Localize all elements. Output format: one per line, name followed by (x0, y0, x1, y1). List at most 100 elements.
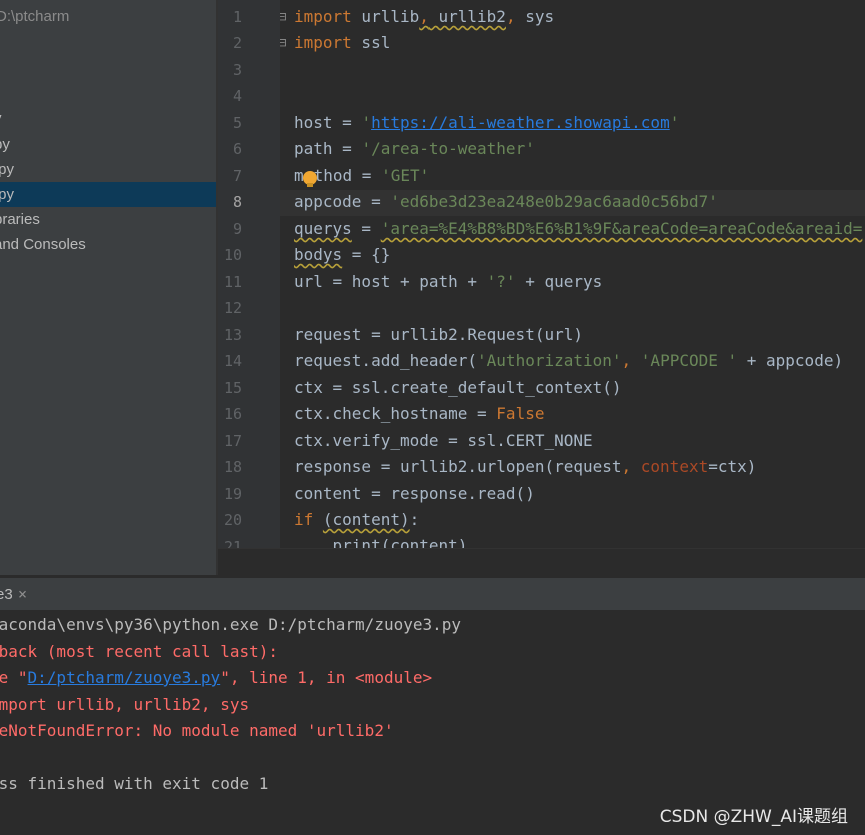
project-file-item-selected[interactable]: .py (0, 182, 216, 207)
code-line: ctx.verify_mode = ssl.CERT_NONE (294, 431, 593, 450)
line-number-gutter: 1 2 3 4 5 6 7 8 9 10 11 12 13 14 15 16 1… (218, 0, 280, 556)
line-number: 14 (223, 352, 242, 370)
code-line: querys = 'area=%E4%B8%BD%E6%B1%9F&areaCo… (294, 219, 862, 238)
keyword: if (294, 510, 314, 529)
code-line: if (content): (294, 510, 419, 529)
console-line: naconda\envs\py36\python.exe D:/ptcharm/… (0, 615, 462, 634)
code-editor[interactable]: ⊟ ⊟ import urllib, urllib2, sys import s… (280, 0, 865, 548)
code-line: url = host + path + '?' + querys (294, 272, 602, 291)
string-literal: 'GET' (381, 166, 430, 185)
code-token: = {} (342, 245, 391, 264)
code-token: + appcode) (737, 351, 844, 370)
project-root-path[interactable]: D:\ptcharm (0, 8, 69, 25)
fold-marker-icon[interactable]: ⊟ (280, 35, 286, 51)
console-text: ", line 1, in <module> (220, 668, 433, 687)
external-libraries-item[interactable]: braries (0, 207, 216, 232)
line-number: 5 (232, 114, 242, 132)
console-text: le " (0, 668, 28, 687)
lightbulb-icon[interactable] (303, 171, 317, 187)
code-line: ctx = ssl.create_default_context() (294, 378, 622, 397)
string-literal: 'Authorization' (477, 351, 622, 370)
console-error-line: leNotFoundError: No module named 'urllib… (0, 721, 394, 740)
string-literal: 'ed6be3d23ea248e0b29ac6aad0c56bd7' (390, 192, 718, 211)
line-number: 1 (232, 8, 242, 26)
code-token-warning: bodys (294, 245, 343, 264)
code-token: , (621, 457, 641, 476)
code-token: urllib (351, 7, 420, 26)
code-token: , (621, 351, 641, 370)
code-line: import urllib, urllib2, sys (294, 7, 554, 26)
editor-breadcrumb-bar (218, 548, 865, 576)
code-token: ctx.check_hostname = (294, 404, 497, 423)
project-sidebar: D:\ptcharm y py .py .py braries and Cons… (0, 0, 216, 575)
line-number: 19 (223, 485, 242, 503)
string-literal: 'APPCODE ' (640, 351, 738, 370)
code-token: thod = (313, 166, 382, 185)
code-token: request.add_header( (294, 351, 478, 370)
line-number: 13 (223, 326, 242, 344)
code-token: , (505, 7, 516, 26)
code-line-current: appcode = 'ed6be3d23ea248e0b29ac6aad0c56… (294, 192, 718, 211)
keyword: import (294, 7, 352, 26)
code-line: bodys = {} (294, 245, 390, 264)
code-line: print(content) (294, 536, 468, 548)
code-token: host = (294, 113, 362, 132)
console-error-line: le "D:/ptcharm/zuoye3.py", line 1, in <m… (0, 668, 432, 687)
console-error-line: import urllib, urllib2, sys (0, 695, 250, 714)
code-token: + querys (515, 272, 603, 291)
string-literal: ' (669, 113, 680, 132)
code-token: ssl (351, 33, 391, 52)
code-line: content = response.read() (294, 484, 535, 503)
code-token: url = host + path + (294, 272, 487, 291)
line-number: 10 (223, 246, 242, 264)
code-line: response = urllib2.urlopen(request, cont… (294, 457, 756, 476)
line-number: 20 (223, 511, 242, 529)
line-number: 2 (232, 34, 242, 52)
code-token: , (419, 7, 429, 26)
project-file-item[interactable]: py (0, 132, 216, 157)
fold-marker-icon[interactable]: ⊟ (280, 9, 286, 25)
code-token: = (351, 219, 381, 238)
code-token: appcode = (294, 192, 391, 211)
line-number: 9 (232, 220, 242, 238)
line-number-current: 8 (232, 193, 242, 211)
code-line: host = 'https://ali-weather.showapi.com' (294, 113, 679, 132)
code-token: =ctx) (708, 457, 757, 476)
string-literal: '?' (486, 272, 516, 291)
keyword: import (294, 33, 352, 52)
code-token: path = (294, 139, 362, 158)
url-link[interactable]: https://ali-weather.showapi.com (371, 113, 670, 132)
line-number: 15 (223, 379, 242, 397)
code-line: ctx.check_hostname = False (294, 404, 544, 423)
watermark: CSDN @ZHW_AI课题组 (659, 807, 848, 827)
scratches-and-consoles-item[interactable]: and Consoles (0, 232, 216, 257)
line-number: 17 (223, 432, 242, 450)
run-tab-zuoye3[interactable]: e3 (0, 578, 13, 611)
code-line: path = '/area-to-weather' (294, 139, 535, 158)
line-number: 4 (232, 87, 242, 105)
line-number: 11 (223, 273, 242, 291)
keyword: False (496, 404, 545, 423)
string-literal: '/area-to-weather' (361, 139, 535, 158)
console-file-link[interactable]: D:/ptcharm/zuoye3.py (28, 668, 221, 687)
code-token: : (409, 510, 420, 529)
code-line: request.add_header('Authorization', 'APP… (294, 351, 843, 370)
close-icon[interactable]: × (18, 578, 27, 611)
code-token-warning: (content) (322, 510, 410, 529)
string-literal: ' (361, 113, 372, 132)
line-number: 18 (223, 458, 242, 476)
console-line: ess finished with exit code 1 (0, 774, 269, 793)
line-number: 3 (232, 61, 242, 79)
code-token: response = urllib2.urlopen(request (294, 457, 622, 476)
run-tool-window-tabs: e3 × (0, 577, 865, 611)
line-number: 7 (232, 167, 242, 185)
line-number: 6 (232, 140, 242, 158)
console-error-line: eback (most recent call last): (0, 642, 278, 661)
named-parameter: context (640, 457, 709, 476)
line-number: 12 (223, 299, 242, 317)
code-line: request = urllib2.Request(url) (294, 325, 583, 344)
project-file-item[interactable]: y (0, 106, 216, 131)
project-file-item[interactable]: .py (0, 157, 216, 182)
line-number: 16 (223, 405, 242, 423)
